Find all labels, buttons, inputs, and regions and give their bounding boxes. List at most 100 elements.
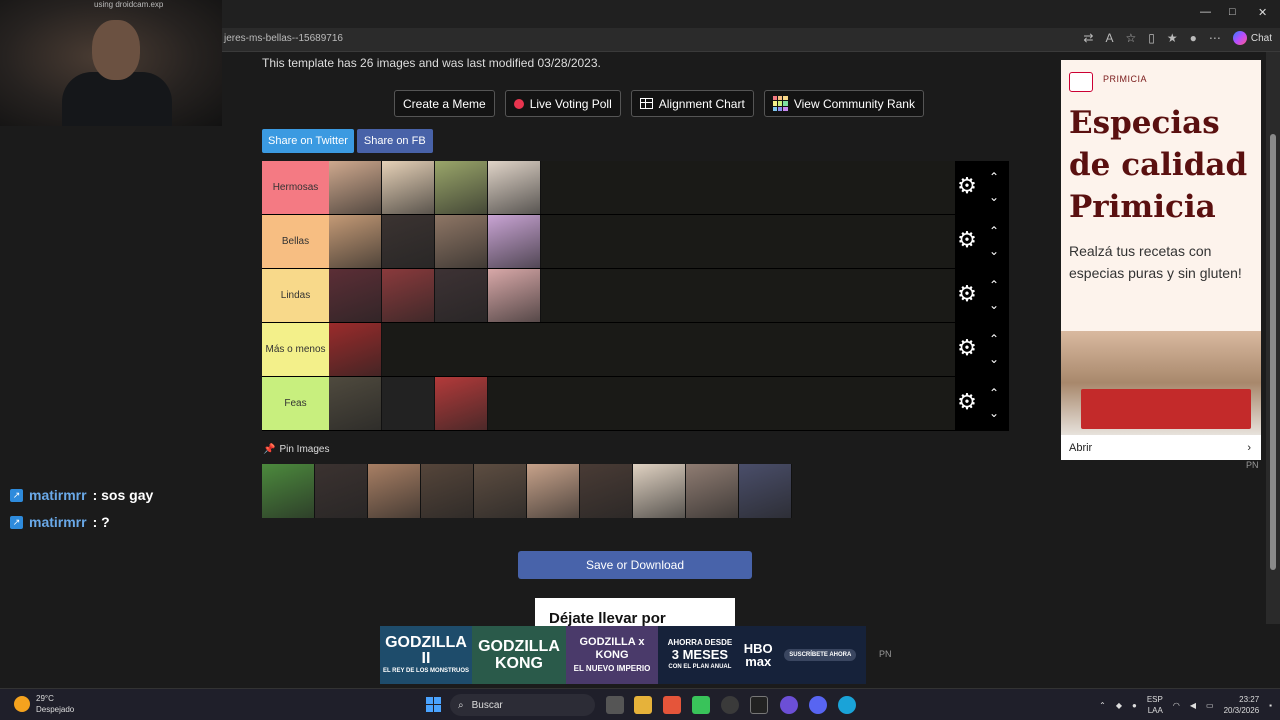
page-scrollbar[interactable] [1266, 52, 1280, 624]
gear-icon[interactable]: ⚙ [957, 391, 977, 413]
chevron-up-icon[interactable]: ⌃ [987, 225, 1001, 237]
share-fb-button[interactable]: Share on FB [356, 129, 433, 153]
live-voting-button[interactable]: Live Voting Poll [504, 90, 621, 117]
chevron-up-icon[interactable]: ⌃ [987, 279, 1001, 291]
gear-icon[interactable]: ⚙ [957, 283, 977, 305]
alignment-chart-button[interactable]: Alignment Chart [630, 90, 754, 117]
tier-items[interactable] [329, 269, 1009, 322]
favorites-icon[interactable]: ★ [1167, 31, 1178, 45]
taskbar-search[interactable]: ⌕ Buscar [450, 694, 595, 716]
notification-icon[interactable]: ▪ [1269, 701, 1272, 710]
chevron-up-icon[interactable]: ⌃ [987, 171, 1001, 183]
tier-label[interactable]: Hermosas [262, 161, 329, 214]
tier-image[interactable] [329, 377, 382, 430]
tier-image[interactable] [329, 269, 382, 322]
gear-icon[interactable]: ⚙ [957, 175, 977, 197]
tier-items[interactable] [329, 377, 1009, 430]
scroll-thumb[interactable] [1270, 134, 1276, 570]
mic-icon[interactable]: ● [1132, 701, 1137, 710]
gear-icon[interactable]: ⚙ [957, 337, 977, 359]
chevron-up-icon[interactable]: ⌃ [987, 387, 1001, 399]
tier-image[interactable] [329, 215, 382, 268]
chevron-down-icon[interactable]: ⌄ [987, 353, 1001, 365]
tier-image[interactable] [329, 161, 382, 214]
pool-image[interactable] [739, 464, 792, 518]
ad-open-button[interactable]: Abrir › [1061, 435, 1261, 460]
tier-image[interactable] [382, 161, 435, 214]
tier-image[interactable] [488, 215, 541, 268]
clock[interactable]: 23:27 20/3/2026 [1224, 694, 1260, 716]
close-window-button[interactable]: ✕ [1258, 6, 1267, 19]
create-meme-button[interactable]: Create a Meme [394, 90, 495, 117]
side-ad[interactable]: PRIMICIA Especias de calidad Primicia Re… [1061, 60, 1261, 460]
pin-images-toggle[interactable]: 📌 Pin Images [263, 444, 329, 455]
pool-image[interactable] [580, 464, 633, 518]
minimize-button[interactable]: — [1200, 6, 1211, 18]
pool-image[interactable] [686, 464, 739, 518]
chevron-up-icon[interactable]: ⌃ [987, 333, 1001, 345]
tier-label[interactable]: Bellas [262, 215, 329, 268]
chevron-down-icon[interactable]: ⌄ [987, 407, 1001, 419]
gear-icon[interactable]: ⚙ [957, 229, 977, 251]
tier-image[interactable] [382, 377, 435, 430]
url-text[interactable]: jeres-ms-bellas--15689716 [224, 33, 343, 44]
windows-start-icon[interactable] [426, 697, 441, 712]
tier-label[interactable]: Lindas [262, 269, 329, 322]
split-icon[interactable]: ▯ [1148, 31, 1155, 45]
favorite-star-icon[interactable]: ☆ [1125, 31, 1136, 45]
bottom-ad-header[interactable]: Déjate llevar por [535, 598, 735, 626]
tier-image[interactable] [435, 215, 488, 268]
pool-image[interactable] [421, 464, 474, 518]
brave-browser-icon[interactable] [663, 696, 681, 714]
godzilla-title: GODZILLA [478, 638, 560, 655]
tier-label[interactable]: Más o menos [262, 323, 329, 376]
kick-app-icon[interactable] [692, 696, 710, 714]
tier-image[interactable] [435, 377, 488, 430]
chevron-down-icon[interactable]: ⌄ [987, 191, 1001, 203]
bottom-banner-ad[interactable]: GODZILLA II EL REY DE LOS MONSTRUOS GODZ… [380, 626, 866, 684]
translate-icon[interactable]: ⇄ [1083, 31, 1093, 45]
subscribe-now-button[interactable]: SUSCRÍBETE AHORA [784, 649, 857, 661]
tier-image[interactable] [435, 161, 488, 214]
maximize-button[interactable]: □ [1229, 6, 1236, 18]
tier-items[interactable] [329, 323, 1009, 376]
tier-label[interactable]: Feas [262, 377, 329, 430]
reader-icon[interactable]: A [1105, 31, 1113, 45]
wifi-icon[interactable]: ◠ [1173, 701, 1180, 710]
tier-image[interactable] [329, 323, 382, 376]
copilot-chat-button[interactable]: Chat [1232, 31, 1272, 45]
chevron-down-icon[interactable]: ⌄ [987, 245, 1001, 257]
file-explorer-icon[interactable] [634, 696, 652, 714]
tier-image[interactable] [488, 161, 541, 214]
tier-image[interactable] [488, 269, 541, 322]
shield-icon[interactable]: ◆ [1116, 701, 1122, 710]
tier-image[interactable] [382, 215, 435, 268]
edge-browser-icon[interactable] [838, 696, 856, 714]
task-view-icon[interactable] [606, 696, 624, 714]
language-indicator[interactable]: ESP LAA [1147, 694, 1163, 716]
app-icon[interactable] [780, 696, 798, 714]
pool-image[interactable] [262, 464, 315, 518]
chevron-down-icon[interactable]: ⌄ [987, 299, 1001, 311]
pool-image[interactable] [633, 464, 686, 518]
save-download-button[interactable]: Save or Download [518, 551, 752, 579]
tier-items[interactable] [329, 161, 1009, 214]
more-menu-icon[interactable]: ⋯ [1209, 31, 1221, 45]
pool-image[interactable] [315, 464, 368, 518]
tier-image[interactable] [435, 269, 488, 322]
discord-icon[interactable] [809, 696, 827, 714]
battery-icon[interactable]: ▭ [1206, 701, 1214, 710]
tier-image[interactable] [382, 269, 435, 322]
weather-widget[interactable]: 29°C Despejado [14, 693, 74, 715]
volume-icon[interactable]: ◀ [1190, 701, 1196, 710]
epic-games-icon[interactable] [750, 696, 768, 714]
community-rank-button[interactable]: View Community Rank [763, 90, 924, 117]
obs-app-icon[interactable] [721, 696, 739, 714]
share-twitter-button[interactable]: Share on Twitter [262, 129, 354, 153]
tier-items[interactable] [329, 215, 1009, 268]
chevron-up-icon[interactable]: ⌃ [1099, 701, 1106, 710]
profile-icon[interactable]: ● [1190, 31, 1197, 45]
pool-image[interactable] [474, 464, 527, 518]
pool-image[interactable] [368, 464, 421, 518]
pool-image[interactable] [527, 464, 580, 518]
